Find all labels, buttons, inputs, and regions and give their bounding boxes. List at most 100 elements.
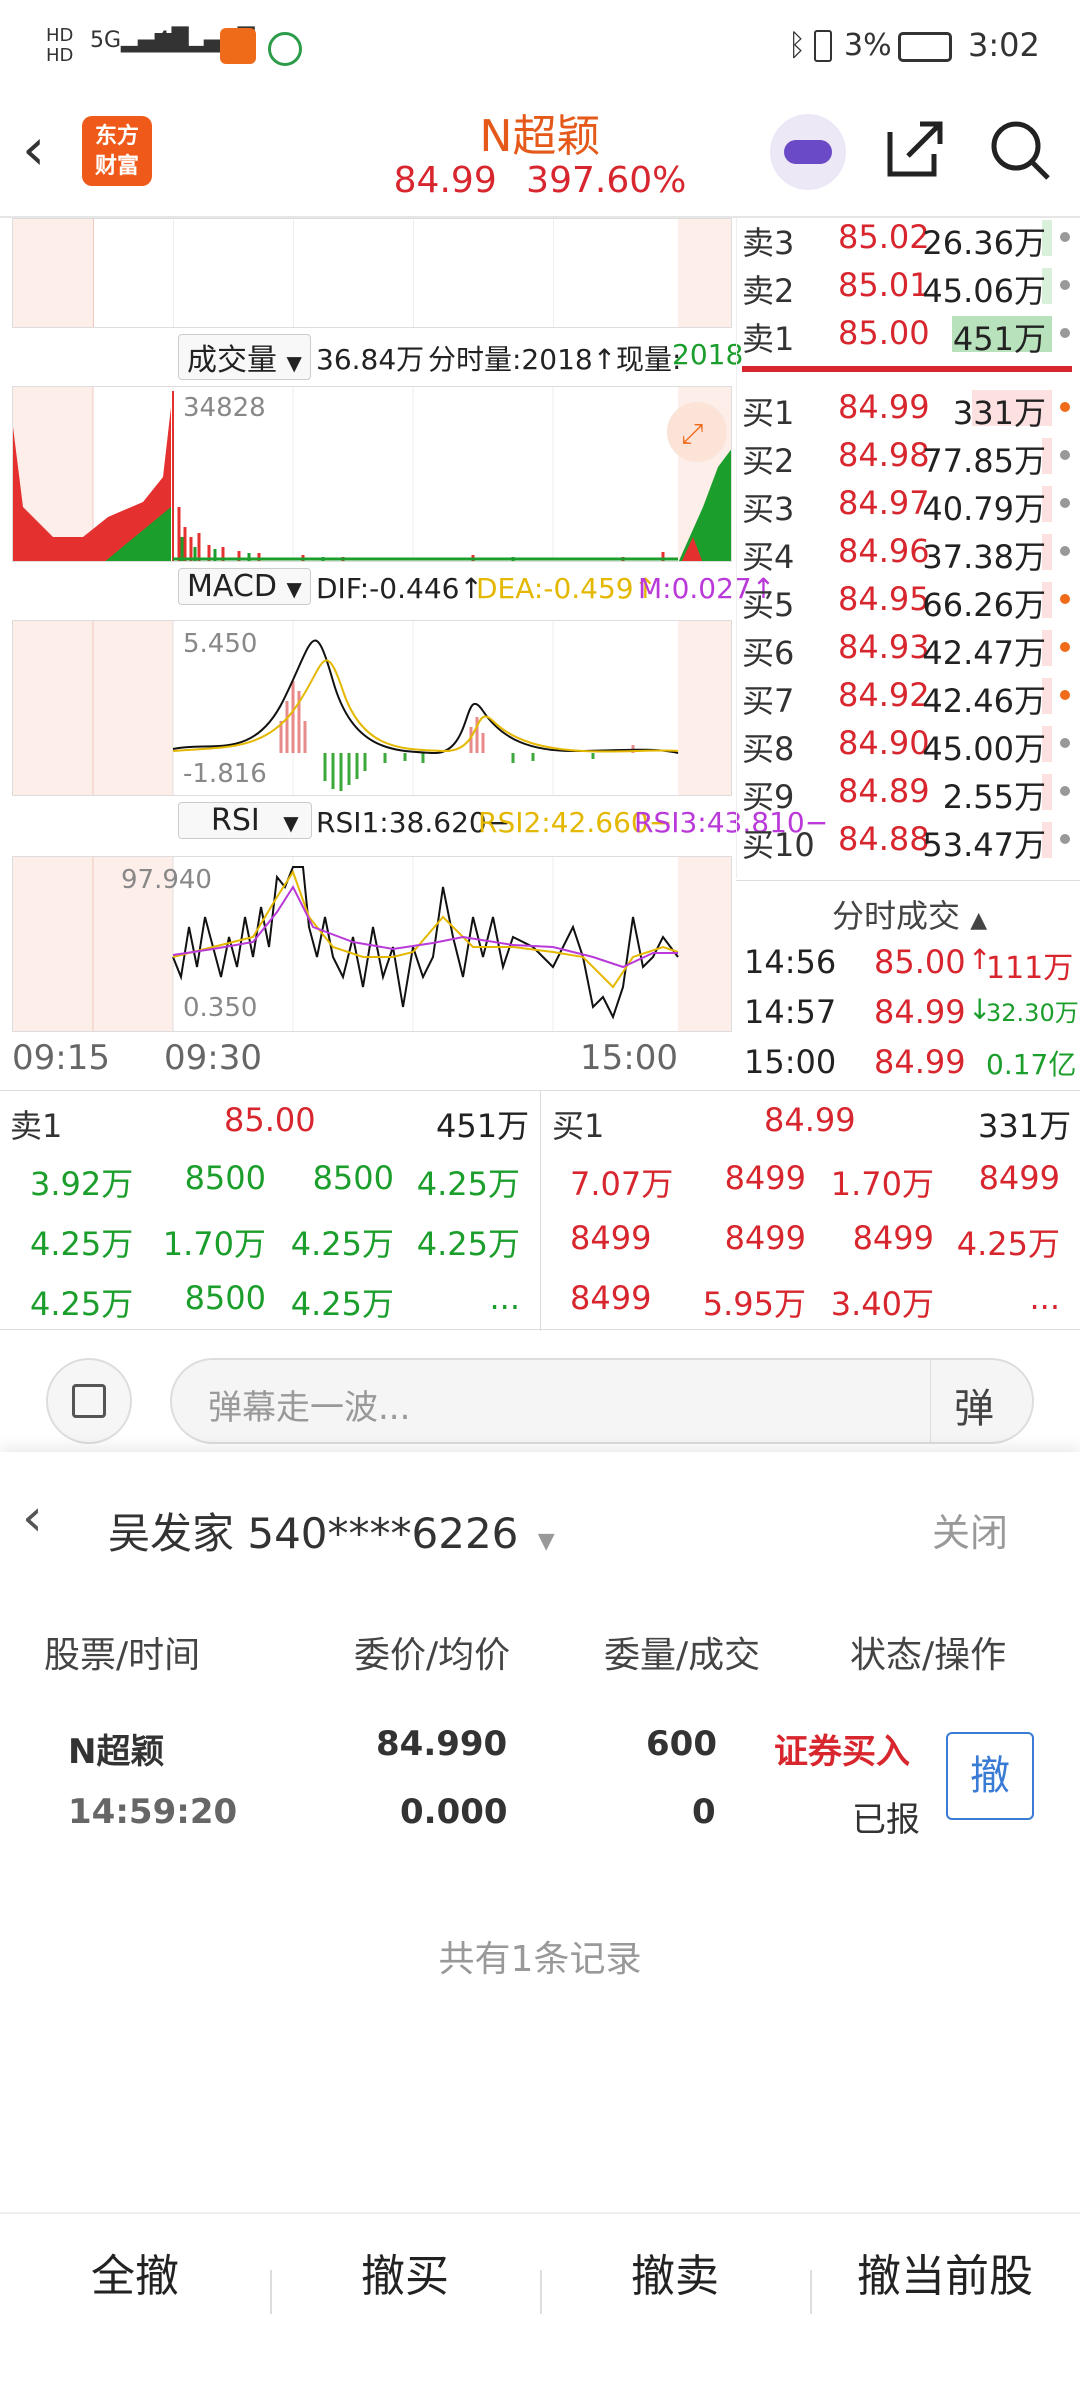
ask-level-label: 卖2 xyxy=(742,272,795,310)
comment-settings-icon[interactable] xyxy=(46,1358,132,1444)
bid-level-volume: 77.85万 xyxy=(922,442,1046,480)
clock: 3:02 xyxy=(968,26,1040,64)
time-axis-open-auction: 09:15 xyxy=(12,1038,110,1078)
rsi-selector[interactable]: RSI ▼ xyxy=(178,802,312,839)
ask-level-price: 85.01 xyxy=(838,266,930,304)
macd-selector[interactable]: MACD ▼ xyxy=(178,568,311,605)
bid-level-9[interactable]: 买9 84.89 2.55万 xyxy=(742,768,1072,816)
bid-level-price: 84.98 xyxy=(838,436,930,474)
buy-queue-vol: 331万 xyxy=(978,1107,1072,1145)
bid-level-3[interactable]: 买3 84.97 40.79万 xyxy=(742,480,1072,528)
volume-total: 36.84万 xyxy=(316,343,425,376)
ask-level-dot xyxy=(1060,328,1070,338)
tick-price: 84.99 xyxy=(874,1043,966,1081)
bid-level-volume: 42.46万 xyxy=(922,682,1046,720)
ask-level-2[interactable]: 卖2 85.01 45.06万 xyxy=(742,262,1072,310)
bid-level-7[interactable]: 买7 84.92 42.46万 xyxy=(742,672,1072,720)
macd-min-label: -1.816 xyxy=(183,759,267,789)
share-icon[interactable] xyxy=(884,118,946,180)
bid-level-price: 84.89 xyxy=(838,772,930,810)
sell-queue-item: ... xyxy=(489,1279,520,1317)
ask-level-label: 卖1 xyxy=(742,320,795,358)
bid-level-volume: 37.38万 xyxy=(922,538,1046,576)
cancel-all-button[interactable]: 全撤 xyxy=(0,2240,270,2304)
sell-queue-price: 85.00 xyxy=(224,1101,316,1139)
bid-level-dot xyxy=(1060,690,1070,700)
tick-title[interactable]: 分时成交 ▲ xyxy=(832,891,987,937)
rsi-chart[interactable]: 97.940 0.350 xyxy=(12,856,732,1032)
bid-level-4[interactable]: 买4 84.96 37.38万 xyxy=(742,528,1072,576)
order-price: 84.990 xyxy=(376,1724,508,1764)
sell-queue-vol: 451万 xyxy=(436,1107,530,1145)
buy-queue-item: 8499 xyxy=(978,1159,1060,1197)
header-stock-time: 股票/时间 xyxy=(44,1635,201,1676)
macd-chart[interactable]: 5.450 -1.816 xyxy=(12,620,732,796)
time-axis: 09:15 09:30 15:00 xyxy=(12,1038,732,1084)
bid-level-1[interactable]: 买1 84.99 331万 xyxy=(742,384,1072,432)
cancel-current-stock-button[interactable]: 撤当前股 xyxy=(810,2240,1080,2304)
bid-level-6[interactable]: 买6 84.93 42.47万 xyxy=(742,624,1072,672)
sell-queue-item: 4.25万 xyxy=(416,1165,520,1203)
dropdown-icon: ▼ xyxy=(537,1529,555,1554)
bid-level-dot xyxy=(1060,546,1070,556)
bid-level-2[interactable]: 买2 84.98 77.85万 xyxy=(742,432,1072,480)
bid-level-price: 84.99 xyxy=(838,388,930,426)
bid-level-dot xyxy=(1060,402,1070,412)
volume-selector-label: 成交量 xyxy=(187,343,277,378)
bid-level-dot xyxy=(1060,498,1070,508)
bid-level-label: 买1 xyxy=(742,394,795,432)
network-icon: HD HD xyxy=(46,25,74,66)
bid-level-dot xyxy=(1060,594,1070,604)
volume-indicator-row: 成交量 ▼ 36.84万 分时量:2018↑ 现量: 2018 xyxy=(178,334,743,380)
ask-level-dot xyxy=(1060,232,1070,242)
sell-queue-item: 4.25万 xyxy=(416,1225,520,1263)
cancel-buy-button[interactable]: 撤买 xyxy=(270,2240,540,2304)
search-icon[interactable] xyxy=(988,118,1052,182)
volume-chart[interactable]: ⤢ 34828 xyxy=(12,386,732,562)
record-count: 共有1条记录 xyxy=(438,1939,642,1980)
order-avg-price: 0.000 xyxy=(400,1792,508,1832)
time-axis-close: 15:00 xyxy=(580,1038,678,1078)
cancel-order-button[interactable]: 撤 xyxy=(946,1732,1034,1820)
ask-level-1[interactable]: 卖3 85.02 26.36万 xyxy=(742,214,1072,262)
panel-back-icon[interactable]: ‹ xyxy=(22,1492,43,1544)
robot-assistant-icon[interactable] xyxy=(770,114,846,190)
macd-dea: DEA:-0.459↑ xyxy=(476,572,658,605)
tick-volume: 32.30万 xyxy=(986,999,1079,1027)
account-label: 吴发家 540****6226 xyxy=(108,1509,519,1558)
svg-text:⤢: ⤢ xyxy=(681,417,703,450)
header-status: 状态/操作 xyxy=(850,1635,1007,1676)
bid-level-10[interactable]: 买10 84.88 53.47万 xyxy=(742,816,1072,864)
order-filled: 0 xyxy=(692,1792,716,1832)
stock-change-pct: 397.60% xyxy=(526,160,687,201)
book-divider xyxy=(742,366,1072,372)
danmu-input[interactable]: 弹幕走一波... 弹 xyxy=(170,1358,1034,1444)
comment-bar: 弹幕走一波... 弹 xyxy=(0,1332,1080,1452)
bid-level-dot xyxy=(1060,738,1070,748)
tick-time: 15:00 xyxy=(744,1043,837,1081)
account-selector[interactable]: 吴发家 540****6226 ▼ xyxy=(108,1500,555,1561)
sell-queue-label: 卖1 xyxy=(10,1107,63,1145)
queue-panel: 卖1 85.00 451万 买1 84.99 331万 3.92万 8500 850… xyxy=(0,1090,1080,1331)
volume-selector[interactable]: 成交量 ▼ xyxy=(178,334,311,380)
tick-volume: 分时量:2018↑ xyxy=(428,343,617,376)
bid-level-8[interactable]: 买8 84.90 45.00万 xyxy=(742,720,1072,768)
bid-level-label: 买5 xyxy=(742,586,795,624)
bid-level-dot xyxy=(1060,450,1070,460)
price-chart-tail[interactable] xyxy=(12,218,732,328)
buy-queue-item: 4.25万 xyxy=(956,1225,1060,1263)
tick-panel[interactable]: 分时成交 ▲ 14:56 85.00 ↑ 111万 14:57 84.99 ↓ 32.30万 1… xyxy=(736,880,1080,1088)
buy-queue-label: 买1 xyxy=(552,1107,605,1145)
cancel-sell-button[interactable]: 撤卖 xyxy=(540,2240,810,2304)
danmu-toggle-button[interactable]: 弹 xyxy=(954,1376,994,1434)
time-axis-open: 09:30 xyxy=(164,1038,262,1078)
bank-notification-icon xyxy=(268,32,302,66)
order-state: 已报 xyxy=(852,1800,920,1840)
bid-level-price: 84.92 xyxy=(838,676,930,714)
tick-price: 84.99 xyxy=(874,993,966,1031)
ask-level-3[interactable]: 卖1 85.00 451万 xyxy=(742,310,1072,358)
bid-level-price: 84.96 xyxy=(838,532,930,570)
macd-svg xyxy=(13,621,731,795)
close-button[interactable]: 关闭 xyxy=(932,1502,1008,1557)
bid-level-5[interactable]: 买5 84.95 66.26万 xyxy=(742,576,1072,624)
